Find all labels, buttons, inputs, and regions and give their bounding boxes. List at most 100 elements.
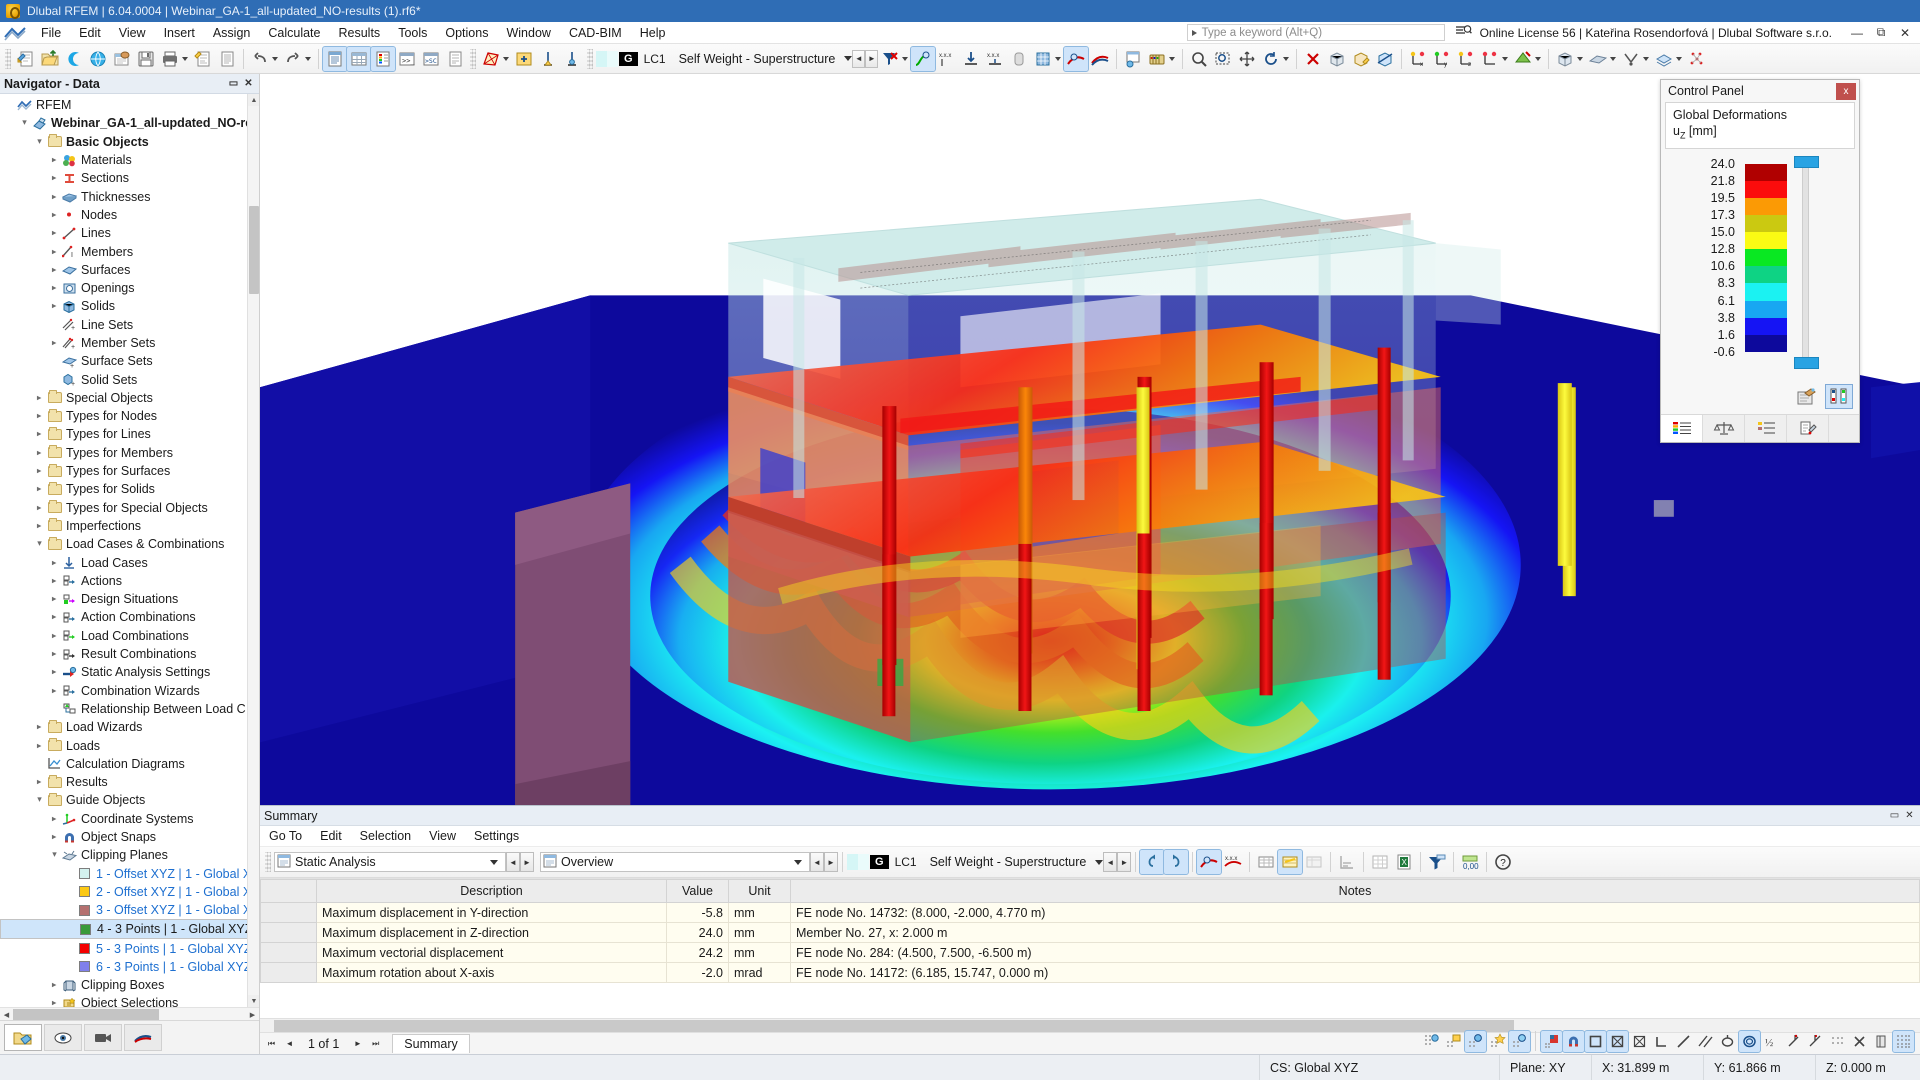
control-panel-close-button[interactable]: x	[1836, 83, 1856, 100]
snap-magnet-icon[interactable]	[1563, 1031, 1584, 1052]
tree-item-sections[interactable]: ▾Sections	[0, 169, 259, 187]
tree-item-load-cases[interactable]: ▾Load Cases	[0, 553, 259, 571]
layers-icon[interactable]	[1652, 47, 1676, 71]
chevron-right-icon[interactable]: ▾	[48, 814, 61, 824]
tree-item-basic-objects[interactable]: ▾Basic Objects	[0, 133, 259, 151]
mesh-grid-icon[interactable]	[1893, 1031, 1914, 1052]
numeric-values-icon[interactable]: x.x.x	[983, 47, 1007, 71]
solid-box-icon[interactable]	[1325, 47, 1349, 71]
tree-item-nodes[interactable]: ▾Nodes	[0, 206, 259, 224]
summary-pin-icon[interactable]: ▭	[1888, 809, 1901, 822]
solid-view-icon[interactable]	[1007, 47, 1031, 71]
navigator-pin-icon[interactable]: ▭	[227, 77, 240, 90]
chevron-right-icon[interactable]: ▾	[33, 484, 46, 494]
save-icon[interactable]	[134, 47, 158, 71]
chevron-right-icon[interactable]: ▾	[48, 631, 61, 641]
workplane-icon[interactable]	[1871, 1031, 1892, 1052]
chevron-right-icon[interactable]: ▾	[48, 667, 61, 677]
col-value[interactable]: Value	[667, 880, 729, 903]
tree-item-calculation-diagrams[interactable]: Calculation Diagrams	[0, 755, 259, 773]
rotate-icon[interactable]	[1259, 47, 1283, 71]
undo-caret-icon[interactable]	[272, 57, 278, 61]
go-to-previous-icon[interactable]	[1140, 850, 1164, 874]
ortho-mode-icon[interactable]	[1585, 1031, 1606, 1052]
filter-table-icon[interactable]	[1425, 850, 1449, 874]
snap-object-icon[interactable]	[1443, 1031, 1464, 1052]
chevron-down-icon[interactable]: ▾	[33, 137, 46, 147]
chevron-right-icon[interactable]: ▾	[48, 649, 61, 659]
chevron-right-icon[interactable]: ▾	[48, 686, 61, 696]
menu-results[interactable]: Results	[330, 23, 390, 43]
chevron-down-icon[interactable]: ▾	[18, 118, 31, 128]
legend-settings-icon[interactable]	[1793, 384, 1821, 409]
tree-item-6-3-points-1-global-xyz[interactable]: 6 - 3 Points | 1 - Global XYZ	[0, 958, 259, 976]
tree-item-types-for-nodes[interactable]: ▾Types for Nodes	[0, 407, 259, 425]
cp-tab-factors[interactable]	[1703, 415, 1745, 442]
tree-item-object-snaps[interactable]: ▾Object Snaps	[0, 828, 259, 846]
globe-icon[interactable]	[86, 47, 110, 71]
chevron-right-icon[interactable]: ▾	[33, 466, 46, 476]
redo-caret-icon[interactable]	[305, 57, 311, 61]
tree-item-solid-sets[interactable]: +Solid Sets	[0, 370, 259, 388]
calculator-icon[interactable]	[1145, 47, 1169, 71]
chart-bars-icon[interactable]	[1335, 850, 1359, 874]
menu-view[interactable]: View	[110, 23, 155, 43]
printout-report-icon[interactable]	[191, 47, 215, 71]
tree-item-coordinate-systems[interactable]: ▾Coordinate Systems	[0, 810, 259, 828]
table-row[interactable]: Maximum displacement in Z-direction24.0m…	[261, 923, 1920, 943]
tree-item-3-offset-xyz-1-global-x[interactable]: 3 - Offset XYZ | 1 - Global X	[0, 901, 259, 919]
view-select[interactable]: Overview	[540, 852, 810, 872]
navigator-close-icon[interactable]: ✕	[242, 77, 255, 90]
navigator-toggle-icon[interactable]	[323, 47, 347, 71]
summary-toolbar-grip[interactable]	[265, 852, 271, 872]
filter-caret-icon[interactable]	[902, 57, 908, 61]
menu-help[interactable]: Help	[631, 23, 675, 43]
view-cube-icon[interactable]	[1553, 47, 1577, 71]
table-all-icon[interactable]	[1254, 850, 1278, 874]
cp-tab-display-props[interactable]	[1787, 415, 1829, 442]
view-cube-caret-icon[interactable]	[1577, 57, 1583, 61]
chevron-right-icon[interactable]: ▾	[33, 429, 46, 439]
load-case-next-button[interactable]: ►	[865, 50, 878, 68]
tree-item-member-sets[interactable]: ▾+Member Sets	[0, 334, 259, 352]
grid-caret-icon[interactable]	[1055, 57, 1061, 61]
section-view-icon[interactable]	[1373, 47, 1397, 71]
menu-cad-bim[interactable]: CAD-BIM	[560, 23, 631, 43]
navigator-horizontal-scrollbar[interactable]: ◀ ▶	[0, 1007, 259, 1020]
layers-caret-icon[interactable]	[1676, 57, 1682, 61]
chevron-right-icon[interactable]: ▾	[48, 192, 61, 202]
snap-point-icon[interactable]	[1465, 1031, 1486, 1052]
mesh-icon[interactable]	[479, 47, 503, 71]
axis-y-icon[interactable]: y	[1430, 47, 1454, 71]
deformation-display-icon[interactable]	[911, 47, 935, 71]
report-panel-icon[interactable]	[443, 47, 467, 71]
view-next-button[interactable]: ►	[824, 852, 838, 872]
chevron-right-icon[interactable]: ▾	[48, 228, 61, 238]
no-snap-icon[interactable]	[1849, 1031, 1870, 1052]
navigator-vertical-scrollbar[interactable]: ▲ ▼	[247, 94, 259, 1007]
tree-item-surface-sets[interactable]: +Surface Sets	[0, 352, 259, 370]
legend-range-slider-track[interactable]	[1802, 162, 1809, 368]
chevron-right-icon[interactable]: ▾	[33, 393, 46, 403]
summary-menu-selection[interactable]: Selection	[351, 827, 420, 845]
print-caret-icon[interactable]	[182, 57, 188, 61]
print-icon[interactable]	[158, 47, 182, 71]
print-view-icon[interactable]	[1121, 47, 1145, 71]
section-cut-caret-icon[interactable]	[1643, 57, 1649, 61]
model-viewport-3d[interactable]: Control Panel x Global Deformations uZ […	[260, 74, 1920, 805]
tree-item-2-offset-xyz-1-global-x[interactable]: 2 - Offset XYZ | 1 - Global X	[0, 883, 259, 901]
chevron-right-icon[interactable]: ▾	[48, 576, 61, 586]
chevron-right-icon[interactable]: ▾	[48, 301, 61, 311]
add-object-icon[interactable]	[512, 47, 536, 71]
legend-slider-handle-top[interactable]	[1794, 156, 1819, 168]
tree-item-load-wizards[interactable]: ▾Load Wizards	[0, 718, 259, 736]
cloud-icon[interactable]	[62, 47, 86, 71]
summary-lc-dropdown-icon[interactable]	[1095, 860, 1103, 865]
tree-item-result-combinations[interactable]: ▾Result Combinations	[0, 645, 259, 663]
zoom-fit-icon[interactable]	[1187, 47, 1211, 71]
script-icon[interactable]: >SC	[419, 47, 443, 71]
redo-icon[interactable]	[281, 47, 305, 71]
help-icon[interactable]: ?	[1491, 850, 1515, 874]
chevron-right-icon[interactable]: ▾	[33, 521, 46, 531]
snap-grid-icon[interactable]	[1421, 1031, 1442, 1052]
